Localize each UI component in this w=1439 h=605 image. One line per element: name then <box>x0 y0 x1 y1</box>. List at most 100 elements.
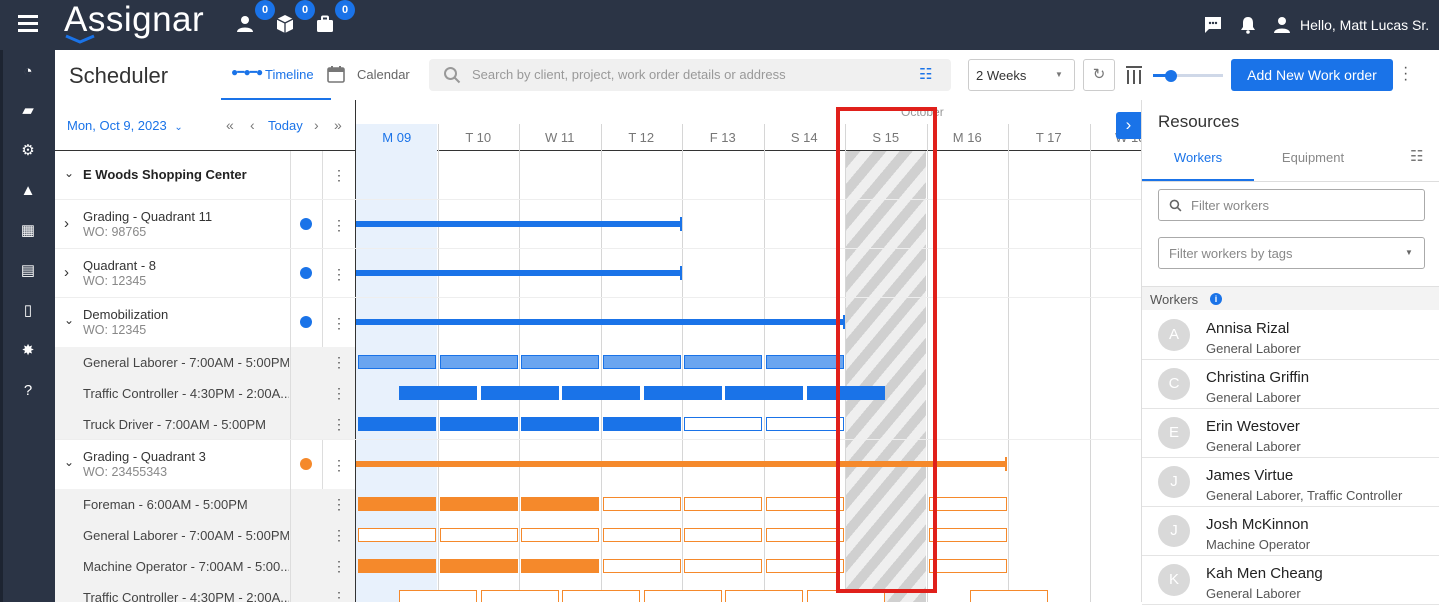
bar-end-cap[interactable] <box>680 217 682 231</box>
shift-block[interactable] <box>439 528 518 542</box>
shift-block[interactable] <box>521 417 599 431</box>
settings-icon[interactable]: ✸ <box>17 340 39 362</box>
tab-equipment[interactable]: Equipment <box>1254 140 1372 181</box>
equipment-quick-icon[interactable] <box>276 14 294 34</box>
add-work-order-button[interactable]: Add New Work order <box>1231 59 1393 91</box>
work-order-title[interactable]: Quadrant - 8 <box>83 258 156 273</box>
assets-icon[interactable]: ⚙ <box>17 140 39 162</box>
dashboard-icon[interactable]: ◔ <box>17 61 39 83</box>
row-kebab-icon[interactable]: ⋮ <box>332 458 346 472</box>
shift-block[interactable] <box>643 386 722 400</box>
refresh-button[interactable]: ↻ <box>1083 59 1115 91</box>
row-kebab-icon[interactable]: ⋮ <box>332 497 346 511</box>
shift-block[interactable] <box>725 386 803 400</box>
work-order-title[interactable]: Grading - Quadrant 3 <box>83 449 206 464</box>
shift-block[interactable] <box>439 355 518 369</box>
role-row-label[interactable]: General Laborer - 7:00AM - 5:00PM <box>83 528 289 543</box>
row-kebab-icon[interactable]: ⋮ <box>332 316 346 330</box>
date-picker[interactable]: Mon, Oct 9, 2023 ⌄ <box>67 118 183 133</box>
shift-block[interactable] <box>521 355 599 369</box>
calendar-nav-icon[interactable]: ▦ <box>17 220 39 242</box>
role-row-label[interactable]: General Laborer - 7:00AM - 5:00PM <box>83 355 289 370</box>
shift-block[interactable] <box>725 590 803 602</box>
row-kebab-icon[interactable]: ⋮ <box>332 267 346 281</box>
help-icon[interactable]: ? <box>17 380 39 402</box>
role-row-label[interactable]: Machine Operator - 7:00AM - 5:00... <box>83 559 289 574</box>
shift-block[interactable] <box>602 355 681 369</box>
worker-list-item[interactable]: E Erin Westover General Laborer <box>1142 409 1439 458</box>
search-input[interactable]: Search by client, project, work order de… <box>472 67 786 82</box>
role-row-label[interactable]: Traffic Controller - 4:30PM - 2:00A... <box>83 590 289 602</box>
prev-week-icon[interactable]: « <box>226 117 234 133</box>
info-icon[interactable]: i <box>1210 293 1222 305</box>
shift-block[interactable] <box>562 590 640 602</box>
filter-tags-input[interactable]: Filter workers by tags <box>1169 246 1293 261</box>
worker-list-item[interactable]: J Josh McKinnon Machine Operator <box>1142 507 1439 556</box>
expand-panel-button[interactable]: › <box>1116 112 1141 139</box>
zoom-slider[interactable] <box>1153 70 1223 82</box>
filter-workers-input[interactable]: Filter workers <box>1191 198 1269 213</box>
shift-block[interactable] <box>480 386 559 400</box>
resources-filter-icon[interactable]: ☷ <box>1410 147 1423 165</box>
shift-block[interactable] <box>358 528 436 542</box>
mobile-icon[interactable]: ▯ <box>17 300 39 322</box>
work-order-bar[interactable] <box>356 319 845 325</box>
projects-briefcase-icon[interactable]: ▰ <box>17 100 39 122</box>
shift-block[interactable] <box>439 559 518 573</box>
worker-list-item[interactable]: K Kah Men Cheang General Laborer <box>1142 556 1439 605</box>
work-order-bar[interactable] <box>356 270 682 276</box>
filter-workers-field[interactable]: Filter workers <box>1158 189 1425 221</box>
forms-icon[interactable]: ▤ <box>17 260 39 282</box>
work-order-title[interactable]: Grading - Quadrant 11 <box>83 209 212 224</box>
shift-block[interactable] <box>480 590 559 602</box>
project-kebab-icon[interactable]: ⋮ <box>332 168 346 182</box>
work-order-title[interactable]: Demobilization <box>83 307 168 322</box>
briefcase-quick-icon[interactable] <box>316 15 334 33</box>
row-kebab-icon[interactable]: ⋮ <box>332 417 346 431</box>
shift-block[interactable] <box>928 559 1007 573</box>
user-avatar-icon[interactable] <box>1274 16 1290 34</box>
collapse-chevron-icon[interactable]: ⌄ <box>64 455 74 469</box>
shift-block[interactable] <box>765 417 844 431</box>
project-chevron-icon[interactable]: ⌄ <box>64 166 74 180</box>
training-icon[interactable]: ▲ <box>17 180 39 202</box>
shift-block[interactable] <box>439 417 518 431</box>
shift-block[interactable] <box>684 528 762 542</box>
shift-block[interactable] <box>684 497 762 511</box>
range-select[interactable]: 2 Weeks ▼ <box>968 59 1075 91</box>
shift-block[interactable] <box>521 528 599 542</box>
shift-block[interactable] <box>602 559 681 573</box>
shift-block[interactable] <box>521 559 599 573</box>
shift-block[interactable] <box>562 386 640 400</box>
shift-block[interactable] <box>969 590 1048 602</box>
shift-block[interactable] <box>643 590 722 602</box>
worker-list-item[interactable]: A Annisa Rizal General Laborer <box>1142 311 1439 360</box>
collapse-chevron-icon[interactable]: ⌄ <box>64 313 74 327</box>
zoom-slider-thumb[interactable] <box>1165 70 1177 82</box>
next-day-icon[interactable]: › <box>314 117 319 133</box>
shift-block[interactable] <box>684 559 762 573</box>
shift-block[interactable] <box>358 417 436 431</box>
shift-block[interactable] <box>602 528 681 542</box>
bell-icon[interactable] <box>1240 16 1256 34</box>
role-row-label[interactable]: Truck Driver - 7:00AM - 5:00PM <box>83 417 289 432</box>
row-kebab-icon[interactable]: ⋮ <box>332 590 346 602</box>
next-week-icon[interactable]: » <box>334 117 342 133</box>
shift-block[interactable] <box>765 559 844 573</box>
shift-block[interactable] <box>928 528 1007 542</box>
shift-block[interactable] <box>399 386 477 400</box>
shift-block[interactable] <box>684 355 762 369</box>
row-kebab-icon[interactable]: ⋮ <box>332 559 346 573</box>
row-kebab-icon[interactable]: ⋮ <box>332 386 346 400</box>
role-row-label[interactable]: Foreman - 6:00AM - 5:00PM <box>83 497 289 512</box>
hamburger-menu-icon[interactable] <box>18 15 38 33</box>
worker-list-item[interactable]: J James Virtue General Laborer, Traffic … <box>1142 458 1439 507</box>
bar-end-cap[interactable] <box>1005 457 1007 471</box>
shift-block[interactable] <box>439 497 518 511</box>
shift-block[interactable] <box>765 528 844 542</box>
shift-block[interactable] <box>928 497 1007 511</box>
work-order-bar[interactable] <box>356 221 682 227</box>
columns-icon[interactable] <box>1125 65 1143 85</box>
tab-workers[interactable]: Workers <box>1142 140 1254 181</box>
filter-tags-select[interactable]: Filter workers by tags ▼ <box>1158 237 1425 269</box>
